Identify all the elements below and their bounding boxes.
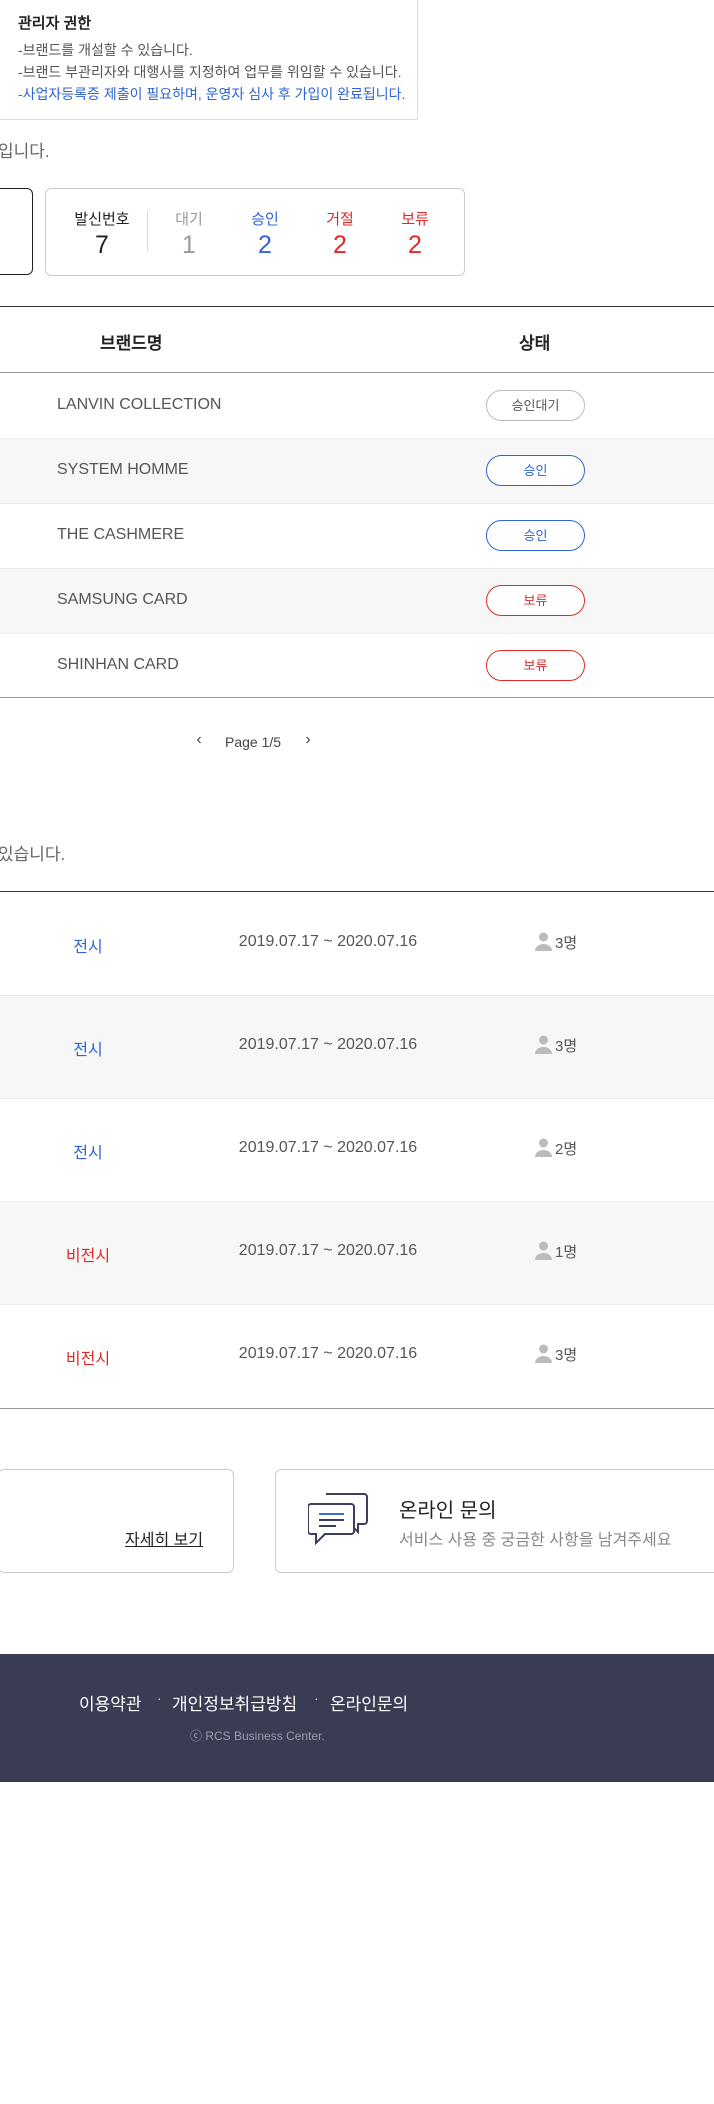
brand-name: SHINHAN CARD (57, 656, 179, 673)
footer-link-privacy[interactable]: 개인정보취급방침 (172, 1690, 297, 1715)
period: 2019.07.17 ~ 2020.07.16 (238, 1036, 418, 1053)
stat-value: 1 (182, 231, 196, 259)
sender-number-total: 발신번호 7 (60, 208, 144, 260)
display-status: 전시 (73, 939, 103, 956)
row-divider (0, 1304, 714, 1305)
period: 2019.07.17 ~ 2020.07.16 (238, 1139, 418, 1156)
footer-separator: · (157, 1690, 162, 1706)
member-count-text: 1명 (555, 1244, 578, 1261)
stat-value: 2 (258, 231, 272, 259)
status-badge[interactable]: 승인 (486, 520, 585, 551)
member-count: 1명 (535, 1241, 577, 1262)
sender-stat-item: 보류 2 (380, 208, 450, 260)
table-top-border (0, 891, 714, 892)
row-divider (0, 995, 714, 996)
admin-permission-line: -사업자등록증 제출이 필요하며, 운영자 심사 후 가입이 완료됩니다. (18, 86, 406, 102)
member-count-text: 3명 (555, 1038, 578, 1055)
row-divider (0, 438, 714, 439)
stat-label: 발신번호 (74, 211, 130, 228)
stat-value: 2 (333, 231, 347, 259)
brand-name: SYSTEM HOMME (57, 461, 189, 478)
column-header-brand: 브랜드명 (100, 334, 163, 353)
person-icon (535, 1344, 555, 1364)
row-divider (0, 503, 714, 504)
table-header-border (0, 372, 714, 373)
stat-label: 대기 (175, 211, 203, 228)
chat-bubbles-icon (307, 1490, 370, 1553)
inquiry-description: 서비스 사용 중 궁금한 사항을 남겨주세요 (399, 1532, 672, 1549)
column-header-status: 상태 (519, 334, 551, 353)
section-description: 있습니다. (0, 845, 66, 864)
footer-link-terms[interactable]: 이용약관 (79, 1690, 142, 1715)
member-count-text: 2명 (555, 1141, 578, 1158)
view-details-link[interactable]: 자세히 보기 (125, 1526, 203, 1550)
admin-permission-line: -브랜드를 개설할 수 있습니다. (18, 42, 193, 58)
row-divider (0, 1201, 714, 1202)
person-icon (535, 1138, 555, 1158)
row-divider (0, 568, 714, 569)
member-count-text: 3명 (555, 935, 578, 952)
person-icon (535, 1241, 555, 1261)
admin-permission-line: -브랜드 부관리자와 대행사를 지정하여 업무를 위임할 수 있습니다. (18, 64, 402, 80)
footer-separator: · (314, 1690, 319, 1706)
status-badge[interactable]: 보류 (486, 650, 585, 681)
page-indicator: Page 1/5 (225, 734, 282, 750)
brand-name: SAMSUNG CARD (57, 591, 188, 608)
divider (147, 210, 148, 252)
next-page-button[interactable]: › (300, 731, 316, 749)
copyright: ⓒ RCS Business Center. (190, 1729, 325, 1743)
row-divider (0, 633, 714, 634)
period: 2019.07.17 ~ 2020.07.16 (238, 1242, 418, 1259)
display-status: 전시 (73, 1042, 103, 1059)
display-status: 비전시 (65, 1351, 111, 1368)
sender-stat-item: 대기 1 (154, 208, 224, 260)
table-top-border (0, 306, 714, 307)
member-count: 3명 (535, 932, 577, 953)
status-badge[interactable]: 승인 (486, 455, 585, 486)
period: 2019.07.17 ~ 2020.07.16 (238, 933, 418, 950)
status-badge[interactable]: 승인대기 (486, 390, 585, 421)
brand-name: LANVIN COLLECTION (57, 396, 222, 413)
row-divider (0, 1098, 714, 1099)
stat-label: 승인 (251, 211, 279, 228)
footer (0, 1654, 714, 1782)
member-count: 3명 (535, 1035, 577, 1056)
table-bottom-border (0, 1408, 714, 1409)
sender-stat-item: 승인 2 (230, 208, 300, 260)
display-status: 전시 (73, 1145, 103, 1162)
member-count: 3명 (535, 1344, 577, 1365)
admin-permission-title: 관리자 권한 (18, 15, 92, 32)
member-count: 2명 (535, 1138, 577, 1159)
display-status: 비전시 (65, 1248, 111, 1265)
section-description: 입니다. (0, 142, 50, 161)
info-card (0, 1469, 234, 1573)
stat-value: 2 (408, 231, 422, 259)
footer-link-inquiry[interactable]: 온라인문의 (330, 1690, 408, 1715)
table-bottom-border (0, 697, 714, 698)
brand-name: THE CASHMERE (57, 526, 185, 543)
stat-value: 7 (95, 231, 109, 259)
inquiry-title: 온라인 문의 (399, 1500, 497, 1522)
prev-page-button[interactable]: ‹ (191, 731, 207, 749)
stat-label: 보류 (401, 211, 429, 228)
status-badge[interactable]: 보류 (486, 585, 585, 616)
period: 2019.07.17 ~ 2020.07.16 (238, 1345, 418, 1362)
stat-label: 거절 (326, 211, 354, 228)
person-icon (535, 1035, 555, 1055)
member-count-text: 3명 (555, 1347, 578, 1364)
person-icon (535, 932, 555, 952)
summary-card[interactable] (0, 188, 33, 275)
sender-stat-item: 거절 2 (305, 208, 375, 260)
